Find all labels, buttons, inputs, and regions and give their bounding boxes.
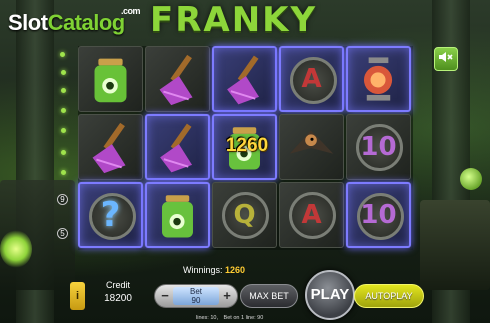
bet-stepper: − Bet 90 + xyxy=(154,284,238,308)
reel-cell: Q xyxy=(212,182,277,248)
bet-label: Bet xyxy=(189,287,202,296)
bet-display: Bet 90 xyxy=(173,287,219,305)
reel-cell xyxy=(78,114,143,180)
reel-cell xyxy=(145,46,210,112)
symbol-letter: 10 xyxy=(360,132,397,162)
watermark-slot-text: Slot xyxy=(8,10,48,35)
reel-cell: A xyxy=(279,182,344,248)
payline-dot xyxy=(61,150,66,155)
bet-value: 90 xyxy=(191,296,201,305)
watermark-domain-text: .com xyxy=(121,6,141,16)
winnings-value: 1260 xyxy=(225,265,246,275)
win-amount-overlay: 1260 xyxy=(225,135,269,156)
reel-cell: 10 xyxy=(346,182,411,248)
autoplay-button[interactable]: AUTOPLAY xyxy=(354,284,424,308)
symbol-letter: 10 xyxy=(360,200,397,230)
glowing-flask-right xyxy=(460,168,482,190)
status-bar: lines: 10, Bet on 1 line: 90 xyxy=(196,315,267,321)
reel-cell xyxy=(78,46,143,112)
lab-machine-right xyxy=(420,200,490,290)
payline-dot xyxy=(61,108,66,113)
reel-cell xyxy=(346,46,411,112)
payline-dot xyxy=(60,52,65,57)
payline-dot xyxy=(61,88,66,93)
payline-dot xyxy=(61,170,66,175)
mute-button[interactable] xyxy=(434,47,458,71)
bet-decrease-button[interactable]: − xyxy=(158,288,172,304)
reel-cell: 10 xyxy=(346,114,411,180)
status-lines: lines: 10, xyxy=(196,315,219,321)
reel-cell xyxy=(212,46,277,112)
info-button[interactable]: i xyxy=(70,282,85,310)
speaker-mute-icon xyxy=(438,50,454,69)
payline-dot xyxy=(61,70,66,75)
play-button[interactable]: PLAY xyxy=(305,270,355,320)
credit-display: Credit 18200 xyxy=(90,280,146,304)
payline-number[interactable]: 9 xyxy=(57,194,68,205)
control-panel: i Credit 18200 − Bet 90 + MAX BET PLAY A… xyxy=(68,270,488,320)
max-bet-button[interactable]: MAX BET xyxy=(240,284,298,308)
winnings-display: Winnings: 1260 xyxy=(183,265,245,275)
payline-number[interactable]: 5 xyxy=(57,228,68,239)
status-bet-on-line: Bet on 1 line: 90 xyxy=(223,315,264,321)
symbol-letter: A xyxy=(301,200,322,230)
credit-value: 18200 xyxy=(104,293,132,304)
payline-dot xyxy=(61,128,66,133)
bet-increase-button[interactable]: + xyxy=(220,288,234,304)
reel-cell xyxy=(145,182,210,248)
symbol-letter: Q xyxy=(233,200,256,230)
symbol-letter: A xyxy=(301,64,322,94)
slotcatalog-watermark: SlotCatalog .com xyxy=(8,6,141,36)
reel-cell: ? xyxy=(78,182,143,248)
reel-cell xyxy=(145,114,210,180)
winnings-label: Winnings: xyxy=(183,265,223,275)
symbol-letter: ? xyxy=(100,195,121,235)
game-title: FRANKY xyxy=(150,0,318,40)
reel-cell: A xyxy=(279,46,344,112)
watermark-catalog-text: Catalog xyxy=(47,10,126,35)
glowing-orb-left xyxy=(0,230,32,268)
reel-cell xyxy=(279,114,344,180)
credit-label: Credit xyxy=(105,280,130,290)
